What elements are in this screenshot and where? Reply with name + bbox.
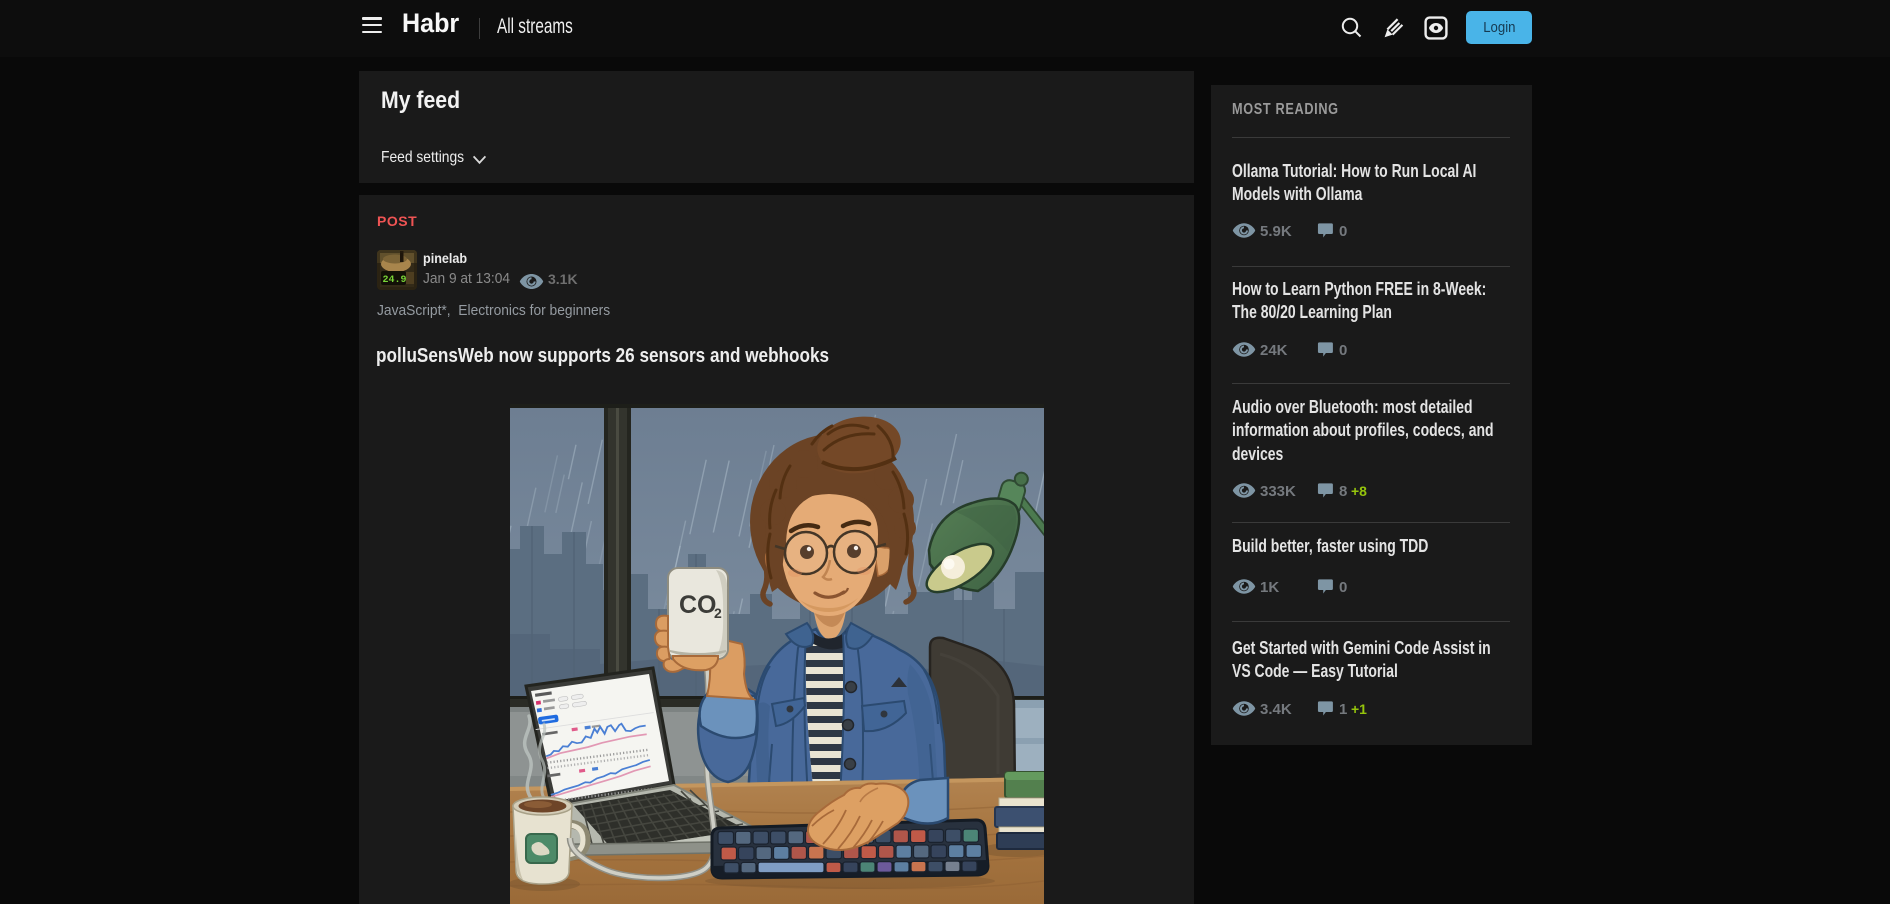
svg-text:24.9: 24.9 [383, 275, 407, 286]
svg-text:2: 2 [714, 605, 722, 621]
svg-text:CO: CO [679, 591, 717, 619]
